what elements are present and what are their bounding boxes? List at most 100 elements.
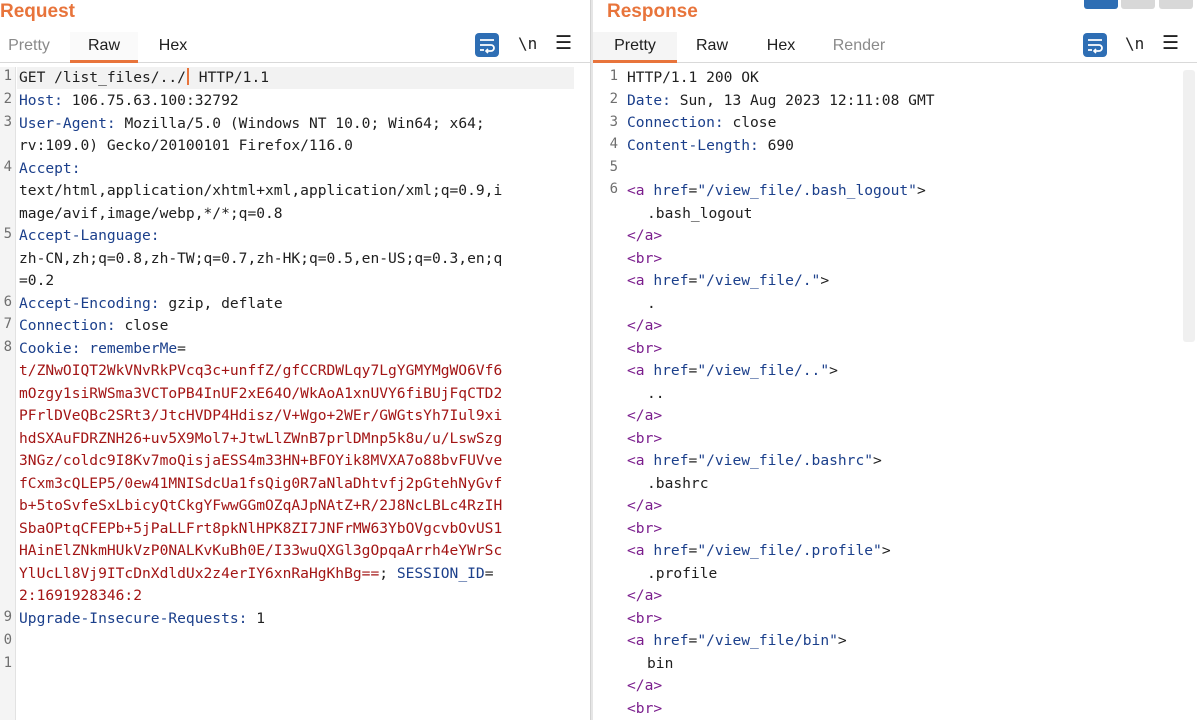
html-anchor-open-line: <a href="/view_file/.bashrc"> <box>627 450 882 472</box>
html-tag-end: > <box>837 632 847 649</box>
request-line-accept: Accept: <box>19 158 81 180</box>
request-line-wrap: =0.2 <box>19 272 55 289</box>
header-value: close <box>723 114 777 131</box>
html-attr-value: "/view_file/.bash_logout" <box>697 182 917 199</box>
html-tag: </a> <box>627 587 663 604</box>
response-header-date: Date: Sun, 13 Aug 2023 12:11:08 GMT <box>627 90 935 112</box>
html-tag: </a> <box>627 227 663 244</box>
response-status-line: HTTP/1.1 200 OK <box>627 69 759 86</box>
response-tab-hex[interactable]: Hex <box>756 32 806 63</box>
header-key: Content-Length: <box>627 137 759 154</box>
html-attr-value: "/view_file/.profile" <box>697 542 882 559</box>
line-number: 0 <box>3 632 12 648</box>
html-attr: href <box>644 182 689 199</box>
cookie-equals: = <box>177 340 186 357</box>
html-anchor-close-line: </a> <box>627 585 662 607</box>
request-newline-toggle[interactable]: \n <box>518 33 537 57</box>
line-number: 3 <box>609 114 618 130</box>
header-key: Accept-Language: <box>19 227 160 244</box>
html-tag-end: > <box>829 362 838 379</box>
html-tag: <br> <box>627 249 663 267</box>
request-line-user-agent: User-Agent: Mozilla/5.0 (Windows NT 10.0… <box>19 113 485 135</box>
response-gutter: 1 2 3 4 5 6 <box>593 67 621 720</box>
html-tag: <a <box>627 452 645 469</box>
file-name: bin <box>647 654 674 672</box>
layout-vertical-button[interactable] <box>1159 0 1193 9</box>
request-tabs: Pretty Raw Hex <box>0 32 590 63</box>
response-tab-pretty[interactable]: Pretty <box>593 32 677 63</box>
header-key: Accept: <box>19 160 81 177</box>
html-anchor-open-line: <a href="/view_file/.profile"> <box>627 540 891 562</box>
response-scrollbar[interactable] <box>1183 70 1195 342</box>
request-pane: Request Pretty Raw Hex \n ☰ 1 2 3 4 5 6 … <box>0 0 590 720</box>
html-anchor-text-line: .bash_logout <box>647 203 752 225</box>
response-wrap-lines-button[interactable] <box>1083 33 1107 57</box>
response-tab-render[interactable]: Render <box>827 32 891 63</box>
html-anchor-text-line: .bashrc <box>647 473 709 495</box>
html-tag: </a> <box>627 407 663 424</box>
line-number: 7 <box>3 316 12 332</box>
header-value: 1 <box>247 610 266 627</box>
request-line-1: GET /list_files/../ HTTP/1.1 <box>19 67 269 89</box>
response-editor[interactable]: 1 2 3 4 5 6 HTTP/1.1 200 OK Date: Sun, 1… <box>593 67 1197 720</box>
html-br-line: <br> <box>627 338 662 360</box>
html-equals: = <box>688 632 698 649</box>
html-anchor-open-line: <a href="/view_file/bin"> <box>627 630 847 652</box>
line-number: 6 <box>609 181 618 197</box>
response-title: Response <box>607 1 698 22</box>
html-anchor-close-line: </a> <box>627 405 662 427</box>
html-tag: <a <box>627 632 645 649</box>
text-caret <box>186 68 189 85</box>
layout-horizontal-button[interactable] <box>1121 0 1155 9</box>
line-number: 5 <box>3 226 12 242</box>
html-tag: </a> <box>627 497 663 514</box>
request-editor[interactable]: 1 2 3 4 5 6 7 8 9 0 1 GET /list_files/..… <box>0 67 590 720</box>
request-line-host: Host: 106.75.63.100:32792 <box>19 90 239 112</box>
request-menu-button[interactable]: ☰ <box>555 33 572 57</box>
menu-icon: ☰ <box>555 33 573 54</box>
line-number: 2 <box>609 91 618 107</box>
cookie-value-line: b+5toSvfeSxLbicyQtCkgYFwwGGmOZqAJpNAtZ+R… <box>19 497 503 514</box>
header-key: Upgrade-Insecure-Requests: <box>19 610 248 627</box>
request-wrap-lines-button[interactable] <box>475 33 499 57</box>
html-equals: = <box>688 362 698 379</box>
html-tag: <br> <box>627 339 663 357</box>
cookie-name: rememberMe <box>80 340 178 357</box>
html-equals: = <box>688 182 698 199</box>
html-tag: </a> <box>627 317 663 334</box>
line-number: 1 <box>3 655 12 671</box>
header-key: Host: <box>19 92 63 109</box>
response-tab-raw[interactable]: Raw <box>687 32 737 63</box>
cookie-value: YlUcLl8Vj9ITcDnXdldUx2z4erIY6xnRaHgKhBg=… <box>19 565 380 582</box>
header-key: User-Agent: <box>19 115 116 132</box>
html-equals: = <box>688 542 698 559</box>
header-value: gzip, deflate <box>159 295 283 312</box>
response-menu-button[interactable]: ☰ <box>1162 33 1179 57</box>
request-tab-hex[interactable]: Hex <box>148 32 198 63</box>
cookie-name: SESSION_ID <box>388 565 485 582</box>
html-tag: <br> <box>627 429 663 447</box>
request-line-cookie: Cookie: rememberMe= <box>19 338 186 360</box>
response-newline-toggle[interactable]: \n <box>1125 33 1144 57</box>
cookie-value-line: fCxm3cQLEP5/0ew41MNISdcUa1fsQig0R7aNlaDh… <box>19 475 503 492</box>
html-anchor-close-line: </a> <box>627 495 662 517</box>
request-tab-raw[interactable]: Raw <box>70 32 138 63</box>
html-anchor-open-line: <a href="/view_file/.."> <box>627 360 838 382</box>
cookie-value-line: 3NGz/coldc9I8Kv7moQisjaESS4m33HN+BFOYik8… <box>19 452 503 469</box>
cookie-value-line: t/ZNwOIQT2WkVNvRkPVcq3c+unffZ/gfCCRDWLqy… <box>19 362 503 379</box>
line-number: 6 <box>3 294 12 310</box>
layout-split-button[interactable] <box>1084 0 1118 9</box>
html-equals: = <box>688 272 698 289</box>
line-number: 4 <box>3 159 12 175</box>
html-equals: = <box>688 452 698 469</box>
request-line-upgrade: Upgrade-Insecure-Requests: 1 <box>19 608 265 630</box>
cookie-equals: = <box>484 565 494 582</box>
html-br-line: <br> <box>627 608 662 630</box>
line-number: 2 <box>3 91 12 107</box>
html-anchor-open-line: <a href="/view_file/.bash_logout"> <box>627 180 926 202</box>
html-attr-value: "/view_file/bin" <box>697 632 838 649</box>
request-line-wrap: zh-CN,zh;q=0.8,zh-TW;q=0.7,zh-HK;q=0.5,e… <box>19 250 503 267</box>
request-tab-pretty[interactable]: Pretty <box>0 32 58 63</box>
html-tag-end: > <box>881 542 891 559</box>
request-line-accept-encoding: Accept-Encoding: gzip, deflate <box>19 293 283 315</box>
